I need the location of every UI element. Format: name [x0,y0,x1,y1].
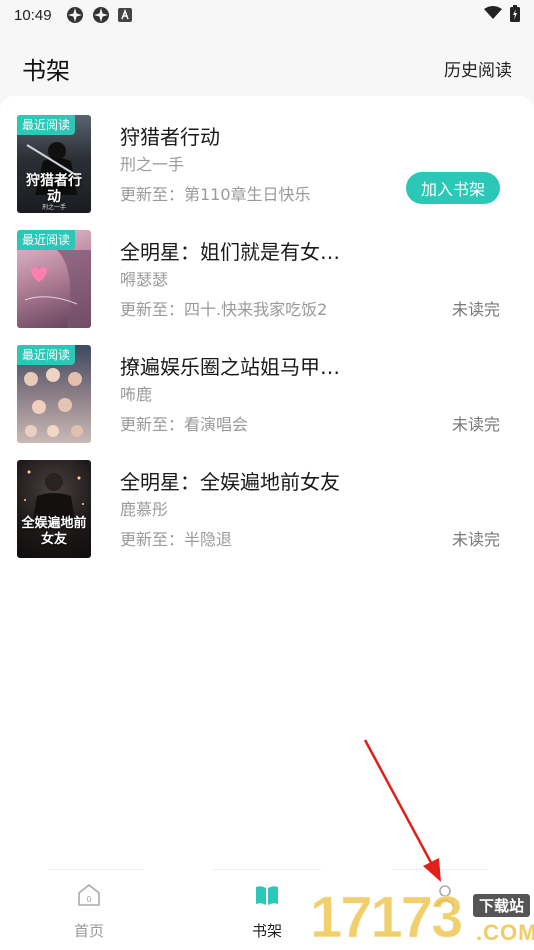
book-title: 狩猎者行动 [120,125,220,149]
read-status: 未读完 [451,530,500,549]
recent-read-badge: 最近阅读 [17,115,76,135]
watermark-badge: 下载站 [473,894,531,917]
cover-title: 全娱遍地前女友 [21,516,87,547]
nav-divider [48,869,144,870]
read-status: 未读完 [451,415,500,434]
watermark-com: .COM [476,920,534,945]
nav-item-home[interactable]: 0 首页 [39,882,139,942]
book-cover[interactable]: 最近阅读 狩猎者行动 刑之一手 [17,115,91,213]
book-update: 更新至：看演唱会 [120,415,249,434]
book-cover[interactable]: 最近阅读 [17,230,91,328]
book-item[interactable]: 最近阅读 狩猎者行动 刑之一手 狩猎者行动 刑之一手 更新至：第110章生日快乐… [0,115,534,215]
nav-label: 首页 [73,922,104,940]
recent-read-badge: 最近阅读 [17,345,76,365]
open-book-icon [254,882,280,912]
book-title: 全明星：全娱遍地前女友 [120,470,340,494]
app-pinwheel-icon [92,6,110,24]
watermark-digits: 17173 [309,885,463,950]
nav-label: 书架 [251,922,282,940]
add-to-shelf-button[interactable]: 加入书架 [406,172,500,204]
home-icon: 0 [76,882,102,912]
nav-divider [213,869,321,870]
watermark-logo: 17173 下载站 .COM [309,884,534,950]
cover-author: 刑之一手 [41,204,66,211]
history-reading-link[interactable]: 历史阅读 [444,56,512,81]
app-a-icon [117,8,132,22]
book-update: 更新至：四十.快来我家吃饭2 [120,300,328,319]
status-bar: 10:49 [0,0,534,30]
book-cover[interactable]: 全娱遍地前女友 [17,460,91,558]
book-update: 更新至：半隐退 [120,530,233,549]
header: 书架 历史阅读 [0,38,534,98]
svg-text:0: 0 [86,895,91,904]
recent-read-badge: 最近阅读 [17,230,76,250]
book-item[interactable]: 最近阅读 撩遍娱乐圈之站姐马甲… 咘鹿 更新至：看演唱会 未读完 [0,345,534,445]
book-author: 咘鹿 [120,385,153,404]
wifi-icon [484,6,502,24]
book-title: 全明星：姐们就是有女… [120,240,340,264]
book-item[interactable]: 最近阅读 全明星：姐们就是有女… 嘚瑟瑟 更新至：四十.快来我家吃饭2 未读完 [0,230,534,330]
book-item[interactable]: 全娱遍地前女友 全明星：全娱遍地前女友 鹿慕彤 更新至：半隐退 未读完 [0,460,534,560]
status-time: 10:49 [14,6,52,24]
book-author: 嘚瑟瑟 [120,270,169,289]
battery-icon [510,4,520,26]
cover-title: 狩猎者行动 [26,173,82,205]
book-title: 撩遍娱乐圈之站姐马甲… [120,355,340,379]
book-update: 更新至：第110章生日快乐 [120,185,311,204]
book-author: 鹿慕彤 [120,500,169,519]
book-author: 刑之一手 [120,155,185,174]
nav-item-bookshelf[interactable]: 书架 [217,882,317,942]
read-status: 未读完 [451,300,500,319]
page-title: 书架 [22,56,70,85]
book-cover[interactable]: 最近阅读 [17,345,91,443]
app-pinwheel-icon [66,6,84,24]
annotation-arrow-icon [363,739,441,882]
